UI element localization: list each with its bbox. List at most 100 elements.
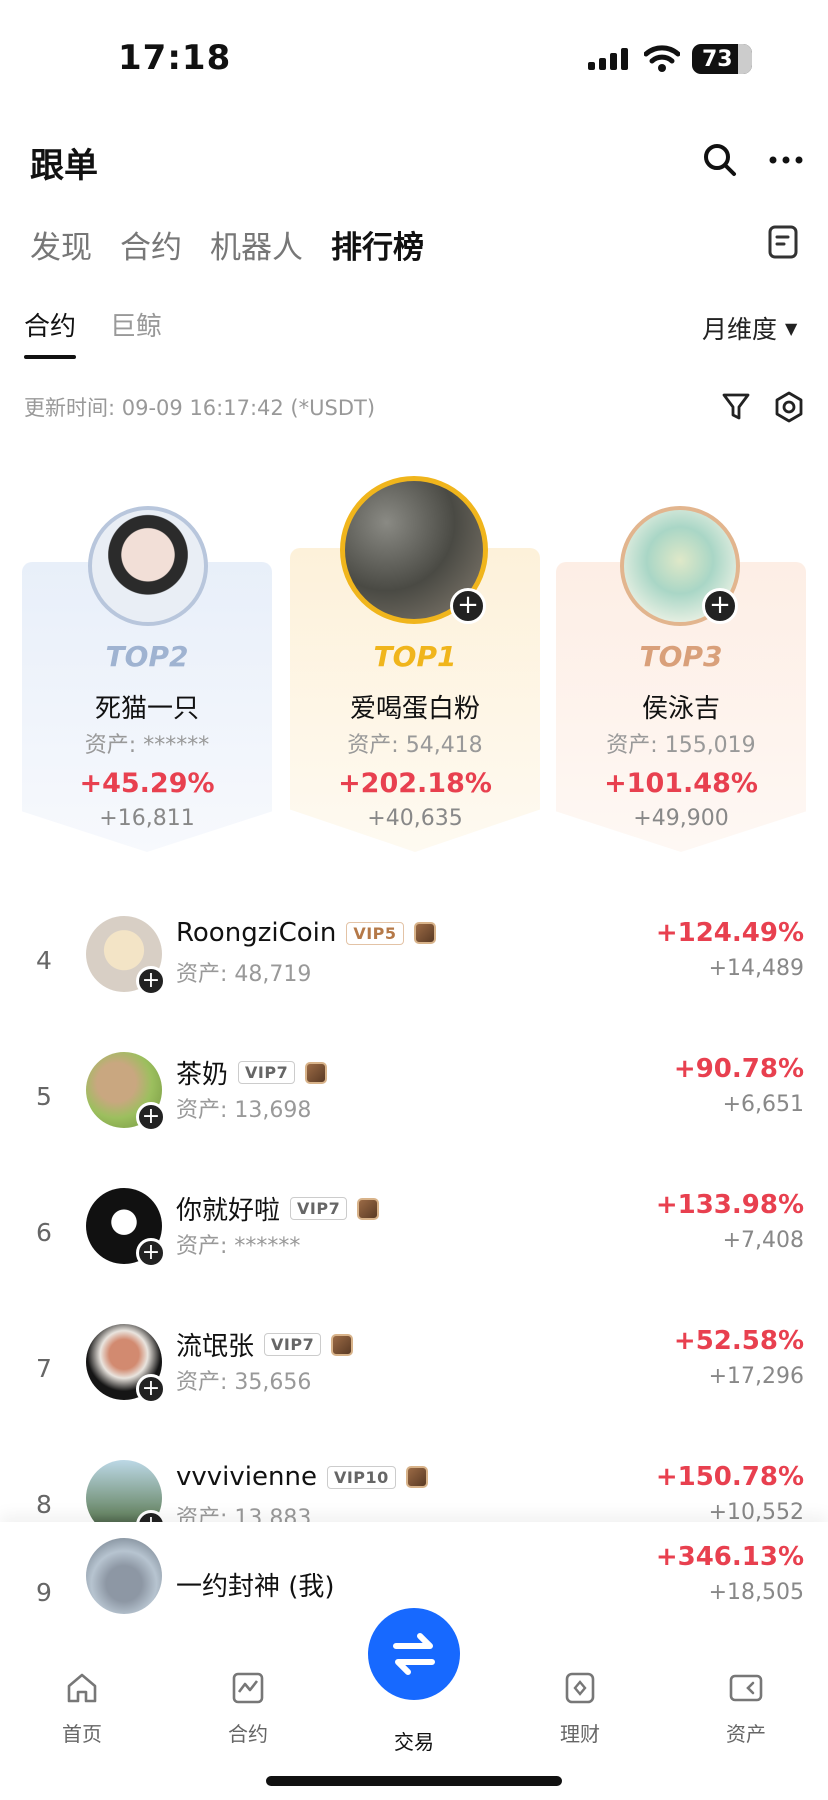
nav-home[interactable]: 首页 — [32, 1670, 132, 1747]
nav-home-label: 首页 — [62, 1722, 102, 1746]
rank-number: 9 — [36, 1578, 52, 1607]
vip-badge: VIP7 — [264, 1333, 322, 1356]
trader-asset: 资产: 35,656 — [176, 1370, 312, 1395]
top3-rank: TOP3 — [639, 640, 723, 673]
filter-icon[interactable] — [720, 390, 752, 422]
medal-icon — [331, 1333, 354, 1356]
rank-number: 5 — [36, 1082, 52, 1111]
trader-name: 茶奶 — [176, 1060, 229, 1090]
list-item[interactable]: 7 + 流氓张 VIP7 资产: 35,656 +52.58% +17,296 — [0, 1324, 828, 1424]
nav-finance-label: 理财 — [560, 1722, 600, 1746]
trader-pct: +52.58% — [673, 1326, 804, 1356]
rank-number: 6 — [36, 1218, 52, 1247]
tab-leaderboard[interactable]: 排行榜 — [331, 222, 424, 267]
trader-pct: +150.78% — [655, 1462, 804, 1492]
follow-plus-icon[interactable]: + — [136, 966, 166, 996]
period-selector[interactable]: 月维度 ▼ — [702, 310, 797, 346]
follow-plus-icon[interactable]: + — [450, 588, 486, 624]
trader-pct: +124.49% — [655, 918, 804, 948]
home-icon — [67, 1673, 97, 1703]
vip-badge: VIP7 — [290, 1197, 348, 1220]
follow-plus-icon[interactable]: + — [136, 1238, 166, 1268]
tab-robot[interactable]: 机器人 — [210, 222, 303, 267]
vip-badge: VIP10 — [326, 1465, 396, 1489]
medal-icon — [405, 1466, 428, 1488]
swap-icon — [393, 1633, 435, 1675]
trader-pct: +90.78% — [673, 1054, 804, 1084]
top3-name: 侯泳吉 — [641, 694, 720, 724]
trade-button[interactable] — [368, 1608, 460, 1700]
trader-amount: +14,489 — [708, 956, 804, 981]
rank-number: 4 — [36, 946, 52, 975]
vip-badge: VIP5 — [346, 921, 404, 945]
top3-amount: +49,900 — [633, 806, 729, 831]
top1-rank: TOP1 — [373, 640, 457, 673]
top2-avatar[interactable] — [88, 506, 208, 626]
trader-asset: 资产: 13,698 — [176, 1098, 312, 1123]
avatar[interactable] — [86, 1538, 162, 1614]
nav-trade-label: 交易 — [394, 1730, 434, 1754]
top2-asset: 资产: ****** — [84, 733, 210, 758]
top-tabs: 发现 合约 机器人 排行榜 — [30, 222, 452, 267]
list-item[interactable]: 6 + 你就好啦 VIP7 资产: ****** +133.98% +7,408 — [0, 1188, 828, 1288]
subtab-contract[interactable]: 合约 — [24, 306, 77, 359]
tab-discover[interactable]: 发现 — [30, 222, 92, 267]
list-item[interactable]: 5 + 茶奶 VIP7 资产: 13,698 +90.78% +6,651 — [0, 1052, 828, 1152]
top1-pct: +202.18% — [338, 768, 492, 799]
trader-pct: +133.98% — [655, 1190, 804, 1220]
top3-pct: +101.48% — [604, 768, 758, 799]
update-time: 更新时间: 09-09 16:17:42 (*USDT) — [24, 396, 376, 420]
sub-tabs: 合约 巨鲸 — [24, 306, 196, 359]
battery-icon: 73 — [692, 44, 752, 74]
medal-icon — [305, 1061, 328, 1084]
rank-number: 8 — [36, 1490, 52, 1519]
trader-asset: 资产: ****** — [176, 1234, 301, 1259]
settings-icon[interactable] — [772, 390, 806, 424]
clock: 17:18 — [118, 38, 232, 78]
top1-amount: +40,635 — [367, 806, 463, 831]
follow-plus-icon[interactable]: + — [136, 1374, 166, 1404]
status-bar: 17:18 73 — [0, 0, 828, 110]
nav-finance[interactable]: 理财 — [530, 1670, 630, 1747]
caret-down-icon: ▼ — [785, 318, 798, 338]
top2-rank: TOP2 — [105, 640, 189, 673]
search-icon[interactable] — [700, 140, 740, 180]
medal-icon — [357, 1197, 380, 1220]
wifi-icon — [644, 45, 680, 72]
wallet-icon — [729, 1674, 763, 1702]
nav-assets[interactable]: 资产 — [696, 1670, 796, 1747]
battery-level: 73 — [702, 46, 733, 72]
my-pct: +346.13% — [655, 1542, 804, 1572]
my-amount: +18,505 — [708, 1580, 804, 1605]
top3-asset: 资产: 155,019 — [606, 733, 756, 758]
my-name: 一约封神 (我) — [176, 1572, 335, 1602]
rank-number: 7 — [36, 1354, 52, 1383]
nav-contract-label: 合约 — [228, 1722, 268, 1746]
page-title: 跟单 — [30, 146, 98, 186]
nav-assets-label: 资产 — [726, 1722, 766, 1746]
follow-plus-icon[interactable]: + — [702, 588, 738, 624]
medal-icon — [413, 922, 436, 944]
finance-icon — [565, 1672, 595, 1704]
period-label: 月维度 — [702, 315, 778, 344]
trader-name: 你就好啦 — [176, 1196, 281, 1226]
top1-asset: 资产: 54,418 — [347, 733, 483, 758]
document-icon[interactable] — [766, 224, 800, 260]
trader-amount: +7,408 — [722, 1228, 804, 1253]
top2-name: 死猫一只 — [94, 694, 199, 724]
top2-pct: +45.29% — [79, 768, 215, 799]
vip-badge: VIP7 — [238, 1061, 296, 1084]
more-icon[interactable] — [766, 140, 806, 180]
trader-amount: +17,296 — [708, 1364, 804, 1389]
trader-amount: +6,651 — [722, 1092, 804, 1117]
cellular-signal-icon — [588, 48, 628, 70]
list-item[interactable]: 4 + RoongziCoin VIP5 资产: 48,719 +124.49%… — [0, 916, 828, 1016]
nav-contract[interactable]: 合约 — [198, 1670, 298, 1747]
follow-plus-icon[interactable]: + — [136, 1102, 166, 1132]
trader-name: vvvivienne — [176, 1462, 317, 1492]
home-indicator — [266, 1776, 562, 1786]
nav-trade[interactable]: 交易 — [364, 1726, 464, 1755]
chart-icon — [232, 1672, 264, 1704]
subtab-whale[interactable]: 巨鲸 — [110, 306, 162, 359]
tab-contract[interactable]: 合约 — [120, 222, 182, 267]
